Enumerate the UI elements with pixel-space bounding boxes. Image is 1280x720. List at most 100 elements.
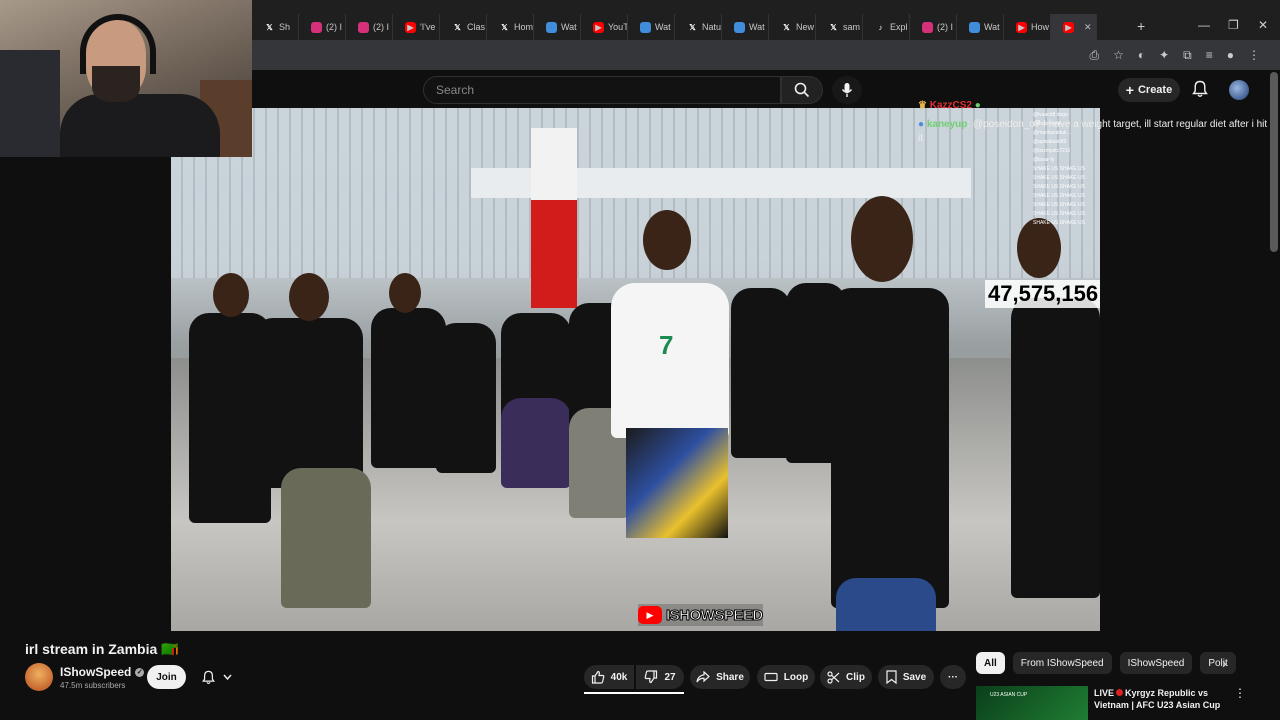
browser-tab[interactable]: ▶ How [1004, 14, 1051, 40]
share-button[interactable]: Share [690, 665, 750, 689]
browser-tab[interactable]: (2) I [910, 14, 957, 40]
youtube-icon: ▶ [1063, 21, 1074, 33]
browser-tab-label: sam [843, 22, 861, 32]
browser-tab[interactable]: 𝕏 Hom [487, 14, 534, 40]
join-button[interactable]: Join [147, 665, 186, 689]
subscriber-count: 47.5m subscribers [60, 681, 126, 690]
browser-tab[interactable]: ▶ ✕ [1051, 14, 1097, 40]
browser-toolbar-icons: ⎙ ☆ ◐ ✦ ⧉ ≡ ● ⋮ [1089, 48, 1260, 63]
video-player[interactable]: 7 @lvaach8 dega @ihoors-s4h @marilianahuk.… [171, 108, 1100, 631]
browser-tab[interactable]: 𝕏 Clas [440, 14, 487, 40]
filter-chips: All From IShowSpeed IShowSpeed Polit [976, 652, 1236, 674]
video-scene-stilt-walker [531, 128, 577, 308]
search-icon [794, 82, 810, 98]
chat-username: kaneyup [926, 119, 968, 130]
browser-tab[interactable]: 𝕏 Natu [675, 14, 722, 40]
notification-preference-button[interactable] [193, 665, 241, 689]
more-actions-button[interactable]: ··· [940, 665, 966, 689]
bookmark-star-icon[interactable]: ☆ [1113, 48, 1124, 63]
video-scene-person [253, 318, 363, 488]
clip-label: Clip [846, 671, 865, 683]
recommended-video-title[interactable]: LIVE Kyrgyz Republic vs Vietnam | AFC U23… [1094, 687, 1224, 711]
new-tab-button[interactable]: + [1137, 18, 1145, 34]
search-button[interactable] [781, 76, 823, 104]
browser-tab[interactable]: ▶ YouT [581, 14, 628, 40]
overlay-chat-line: SHAKE US SHAKE US [1033, 202, 1085, 208]
loop-button[interactable]: Loop [757, 665, 815, 689]
chat-message: ● kaneyup: @poseidon_o7 I have a weight … [918, 119, 1268, 144]
youtube-icon: ▶ [405, 21, 416, 33]
kebab-menu-icon[interactable]: ⋮ [1234, 686, 1246, 700]
save-label: Save [902, 671, 927, 683]
browser-tab[interactable]: (2) I [299, 14, 346, 40]
search-input[interactable]: Search [423, 76, 781, 104]
notifications-button[interactable] [1192, 80, 1208, 98]
create-button[interactable]: + Create [1118, 78, 1180, 102]
youtube-logo-icon: ▶ [638, 606, 662, 624]
browser-tab[interactable]: Wat [534, 14, 581, 40]
page-scrollbar[interactable] [1270, 72, 1278, 252]
chat-username: KazzCS2 [929, 100, 972, 111]
browser-tab[interactable]: 𝕏 Sh [252, 14, 299, 40]
tiktok-icon: ♪ [878, 22, 883, 32]
channel-avatar[interactable] [25, 663, 53, 691]
filter-chip[interactable]: Polit [1200, 652, 1236, 674]
channel-name-row[interactable]: IShowSpeed ✓ [60, 665, 145, 679]
browser-tab-label: (2) I [937, 22, 954, 32]
video-scene-head [851, 196, 913, 282]
messenger-icon [734, 21, 745, 33]
puzzle-icon[interactable]: ⧉ [1183, 48, 1192, 63]
browser-tab[interactable]: ▶ 'I've [393, 14, 440, 40]
browser-tab-label: YouT [608, 22, 628, 32]
jersey-number: 7 [659, 330, 674, 360]
restore-button[interactable]: ❐ [1228, 18, 1239, 32]
channel-watermark: ▶ ISHOWSPEED [638, 604, 764, 626]
browser-tab[interactable]: Wat [628, 14, 675, 40]
voice-search-button[interactable] [832, 76, 862, 104]
extension-icon[interactable]: ✦ [1159, 48, 1169, 63]
video-scene-shorts [626, 428, 728, 538]
overlay-chat-line: @bxzmpstc7216 [1033, 148, 1071, 154]
messenger-icon [640, 21, 651, 33]
close-window-button[interactable]: ✕ [1258, 18, 1268, 32]
browser-tab[interactable]: (2) I [346, 14, 393, 40]
browser-tab-label: How [1031, 22, 1050, 32]
video-scene-head [289, 273, 329, 321]
browser-tab-label: Wat [984, 22, 1000, 32]
x-icon: 𝕏 [689, 22, 696, 32]
close-tab-icon[interactable]: ✕ [1084, 22, 1092, 33]
dislike-button[interactable]: 27 [636, 665, 684, 689]
filter-chip[interactable]: IShowSpeed [1119, 652, 1193, 674]
menu-kebab-icon[interactable]: ⋮ [1248, 48, 1260, 63]
bookmark-icon [886, 670, 897, 684]
extension-icon[interactable]: ◐ [1138, 48, 1145, 63]
loop-label: Loop [783, 671, 809, 683]
browser-tab-label: Natu [702, 22, 722, 32]
webcam-streamer-body [60, 94, 220, 157]
like-button[interactable]: 40k [584, 665, 634, 689]
install-icon[interactable]: ⎙ [1089, 48, 1099, 63]
browser-tab[interactable]: Wat [957, 14, 1004, 40]
browser-tab-label: (2) I [373, 22, 390, 32]
video-scene-person [831, 288, 949, 608]
overlay-chat-line: SHAKE US SHAKE US [1033, 220, 1085, 226]
media-icon[interactable]: ≡ [1206, 48, 1213, 63]
browser-tab[interactable]: ♪ Expl [863, 14, 910, 40]
instagram-icon [358, 21, 369, 33]
filter-chip[interactable]: From IShowSpeed [1012, 652, 1112, 674]
channel-name[interactable]: IShowSpeed [60, 665, 131, 679]
account-avatar[interactable] [1229, 80, 1249, 100]
overlay-chat-line: SHAKE US SHAKE US [1033, 211, 1085, 217]
browser-tab[interactable]: 𝕏sam [816, 14, 863, 40]
browser-tab[interactable]: Wat [722, 14, 769, 40]
browser-tab[interactable]: 𝕏 New [769, 14, 816, 40]
clip-button[interactable]: Clip [820, 665, 872, 689]
chevron-right-icon[interactable]: › [1222, 655, 1227, 671]
video-scene-head [643, 210, 691, 270]
verified-check-icon: ✓ [135, 667, 145, 677]
profile-icon[interactable]: ● [1227, 48, 1234, 63]
save-button[interactable]: Save [878, 665, 934, 689]
filter-chip[interactable]: All [976, 652, 1005, 674]
minimize-button[interactable]: — [1198, 18, 1210, 32]
video-scene-person-pants [836, 578, 936, 631]
